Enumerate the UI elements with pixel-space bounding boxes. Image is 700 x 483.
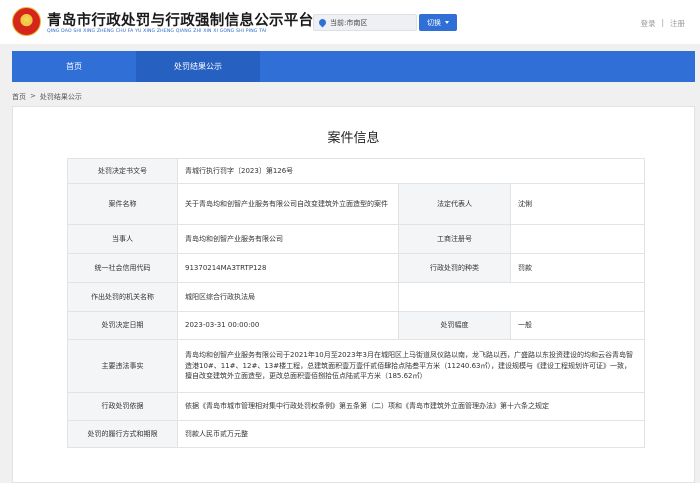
case-name-label: 案件名称 [67,183,178,225]
main-nav: 首页 处罚结果公示 [12,51,695,82]
biz-reg-label: 工商注册号 [398,224,511,254]
legal-rep-value: 沈俐 [510,183,645,225]
caret-down-icon [445,21,449,24]
table-row: 处罚决定日期 2023-03-31 00:00:00 处罚幅度 一般 [67,311,645,340]
party-value: 青岛均和创智产业服务有限公司 [177,224,399,254]
date-label: 处罚决定日期 [67,311,178,340]
party-label: 当事人 [67,224,178,254]
basis-value: 依据《青岛市城市管理相对集中行政处罚权条例》第五条第（二）项和《青岛市建筑外立面… [177,392,645,421]
performance-value: 罚款人民币贰万元整 [177,420,645,448]
performance-label: 处罚的履行方式和期限 [67,420,178,448]
table-row: 统一社会信用代码 91370214MA3TRTP128 行政处罚的种类 罚款 [67,253,645,283]
table-row: 作出处罚的机关名称 城阳区综合行政执法局 [67,282,645,312]
breadcrumb-separator: > [30,92,36,100]
site-subtitle: QING DAO SHI XING ZHENG CHU FA YU XING Z… [47,29,267,34]
range-label: 处罚幅度 [398,311,511,340]
penalty-type-value: 罚款 [510,253,645,283]
facts-label: 主要违法事实 [67,339,178,393]
breadcrumb-current: 处罚结果公示 [39,93,82,101]
site-title: 青岛市行政处罚与行政强制信息公示平台 [47,13,314,29]
authority-label: 作出处罚的机关名称 [67,282,178,312]
range-value: 一般 [510,311,645,340]
national-emblem-icon [12,7,41,36]
switch-label: 切换 [427,18,441,27]
basis-label: 行政处罚依据 [67,392,178,421]
location-selector[interactable]: 当前:市南区 [313,14,417,31]
page-title: 案件信息 [327,131,380,146]
nav-penalty-results[interactable]: 处罚结果公示 [136,51,260,82]
table-row: 处罚的履行方式和期限 罚款人民币贰万元整 [67,420,645,448]
table-row: 当事人 青岛均和创智产业服务有限公司 工商注册号 [67,224,645,254]
table-row: 处罚决定书文号 青城行执行罚字〔2023〕第126号 [67,158,645,184]
authority-value: 城阳区综合行政执法局 [177,282,399,312]
table-row: 案件名称 关于青岛均和创智产业服务有限公司自改变建筑外立面造型的案件 法定代表人… [67,183,645,225]
table-row: 主要违法事实 青岛均和创智产业服务有限公司于2021年10月至2023年3月在城… [67,339,645,393]
nav-home[interactable]: 首页 [12,51,136,82]
case-name-value: 关于青岛均和创智产业服务有限公司自改变建筑外立面造型的案件 [177,183,399,225]
case-info-card: 案件信息 处罚决定书文号 青城行执行罚字〔2023〕第126号 案件名称 关于青… [12,106,695,483]
facts-value: 青岛均和创智产业服务有限公司于2021年10月至2023年3月在城阳区上马街道凤… [177,339,645,393]
case-info-table: 处罚决定书文号 青城行执行罚字〔2023〕第126号 案件名称 关于青岛均和创智… [67,158,645,448]
credit-code-label: 统一社会信用代码 [67,253,178,283]
date-value: 2023-03-31 00:00:00 [177,311,399,340]
breadcrumb-home[interactable]: 首页 [12,92,26,102]
legal-rep-label: 法定代表人 [398,183,511,225]
divider: | [661,18,664,27]
location-pin-icon [317,17,328,28]
register-link[interactable]: 注册 [670,18,685,29]
decision-no-value: 青城行执行罚字〔2023〕第126号 [177,158,645,184]
switch-location-button[interactable]: 切换 [419,14,457,31]
user-links: 登录 | 注册 [640,18,685,29]
site-header: 青岛市行政处罚与行政强制信息公示平台 QING DAO SHI XING ZHE… [0,0,700,44]
biz-reg-value [510,224,645,254]
breadcrumb: 首页 > 处罚结果公示 [12,92,82,102]
login-link[interactable]: 登录 [640,18,655,29]
credit-code-value: 91370214MA3TRTP128 [177,253,399,283]
penalty-type-label: 行政处罚的种类 [398,253,511,283]
location-text: 当前:市南区 [330,18,368,27]
table-row: 行政处罚依据 依据《青岛市城市管理相对集中行政处罚权条例》第五条第（二）项和《青… [67,392,645,421]
decision-no-label: 处罚决定书文号 [67,158,178,184]
empty-cell [398,282,645,312]
